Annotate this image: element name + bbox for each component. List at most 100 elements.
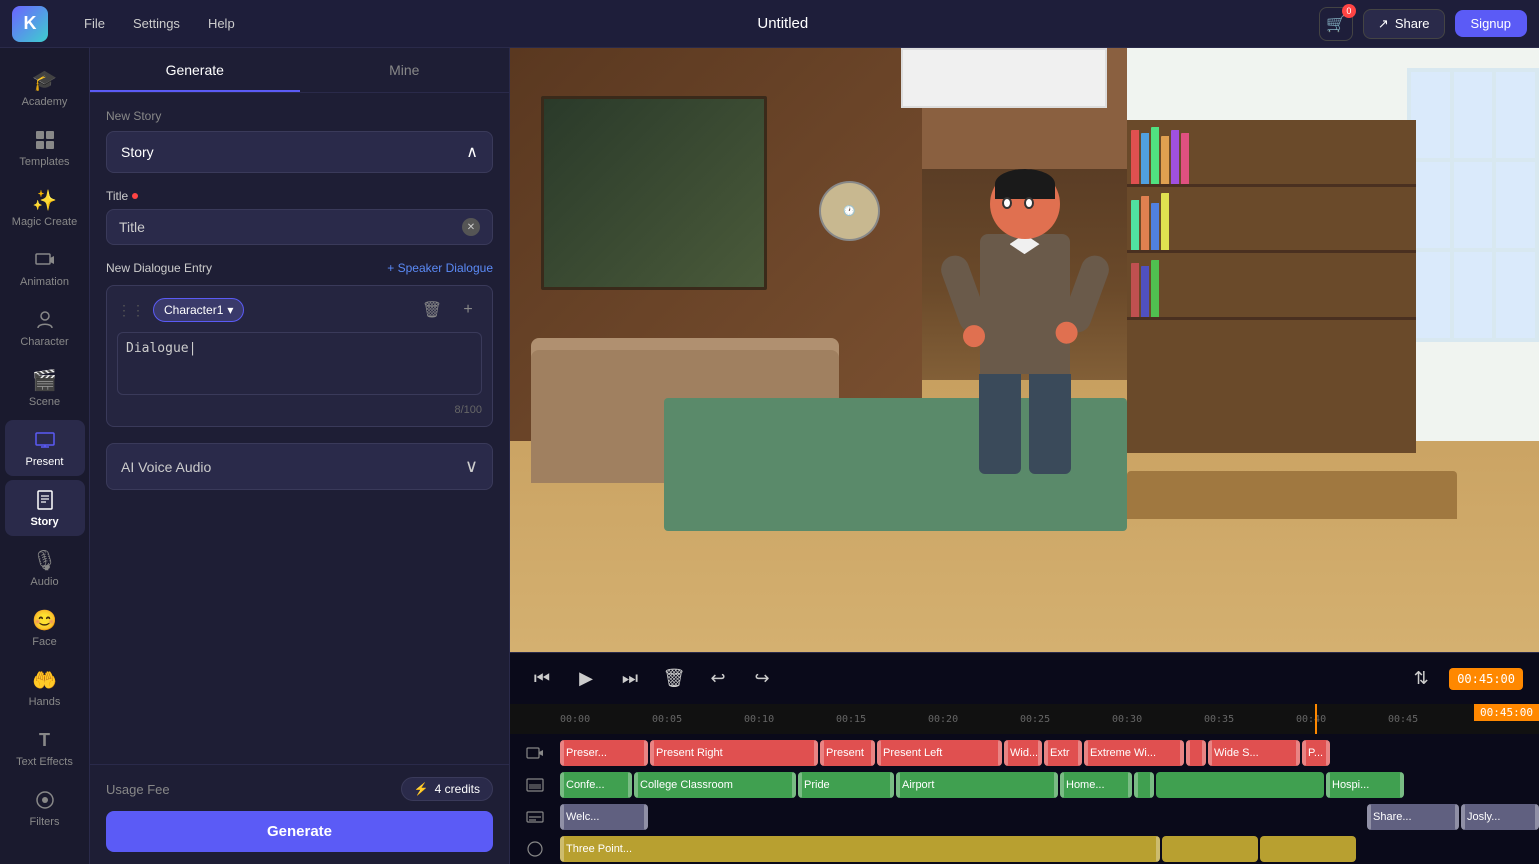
sidebar-item-scene[interactable]: 🎬 Scene [5, 360, 85, 416]
clip[interactable]: Welc... [560, 804, 648, 830]
clip-handle-right[interactable] [871, 740, 875, 766]
sidebar-item-filters[interactable]: Filters [5, 780, 85, 836]
clip-handle-right[interactable] [644, 740, 648, 766]
clip[interactable]: Share... [1367, 804, 1459, 830]
clip-handle-left[interactable] [877, 740, 881, 766]
clip-handle-left[interactable] [1326, 772, 1330, 798]
sidebar-item-character[interactable]: Character [5, 300, 85, 356]
clip[interactable]: Hospi... [1326, 772, 1404, 798]
drag-handle-icon[interactable]: ⋮⋮ [117, 302, 145, 319]
zoom-in-out-button[interactable]: ⇅ [1405, 663, 1437, 695]
clip[interactable]: Three Point... [560, 836, 1160, 862]
sidebar-item-story[interactable]: Story [5, 480, 85, 536]
clip-handle-left[interactable] [560, 804, 564, 830]
clip-handle-right[interactable] [1535, 804, 1539, 830]
clip-handle-left[interactable] [1302, 740, 1306, 766]
delete-button[interactable]: 🗑 [658, 663, 690, 695]
clip-handle-right[interactable] [1150, 772, 1154, 798]
clip-handle-right[interactable] [644, 804, 648, 830]
clip[interactable]: Wid... [1004, 740, 1042, 766]
clip-handle-left[interactable] [560, 772, 564, 798]
play-button[interactable]: ▶ [570, 663, 602, 695]
delete-entry-button[interactable]: 🗑 [418, 296, 446, 324]
clip-handle-right[interactable] [1156, 836, 1160, 862]
clip[interactable]: Home... [1060, 772, 1132, 798]
clip-handle-left[interactable] [1461, 804, 1465, 830]
clip-handle-left[interactable] [560, 836, 564, 862]
clip-handle-left[interactable] [798, 772, 802, 798]
clip-handle-right[interactable] [628, 772, 632, 798]
clip[interactable] [1156, 772, 1324, 798]
clip-handle-left[interactable] [1084, 740, 1088, 766]
clip-handle-right[interactable] [814, 740, 818, 766]
ai-voice-dropdown[interactable]: AI Voice Audio ∨ [106, 443, 493, 490]
clip[interactable]: Present Right [650, 740, 818, 766]
sidebar-item-present[interactable]: Present [5, 420, 85, 476]
skip-to-end-button[interactable]: ⏭ [614, 663, 646, 695]
add-speaker-dialogue-button[interactable]: + Speaker Dialogue [387, 261, 493, 275]
clip-handle-left[interactable] [1044, 740, 1048, 766]
undo-button[interactable]: ↩ [702, 663, 734, 695]
sidebar-item-texteffects[interactable]: T Text Effects [5, 720, 85, 776]
clip-handle-right[interactable] [1128, 772, 1132, 798]
title-input[interactable] [119, 219, 462, 235]
clip[interactable] [1186, 740, 1206, 766]
clip-handle-right[interactable] [998, 740, 1002, 766]
clip-handle-right[interactable] [792, 772, 796, 798]
sidebar-item-academy[interactable]: 🎓 Academy [5, 60, 85, 116]
sidebar-item-animation[interactable]: Animation [5, 240, 85, 296]
clip-handle-right[interactable] [1455, 804, 1459, 830]
clip[interactable]: Josly... [1461, 804, 1539, 830]
clip[interactable]: Present [820, 740, 875, 766]
clip[interactable]: Wide S... [1208, 740, 1300, 766]
redo-button[interactable]: ↪ [746, 663, 778, 695]
clip-handle-left[interactable] [634, 772, 638, 798]
file-menu[interactable]: File [72, 12, 117, 35]
clip-handle-left[interactable] [1060, 772, 1064, 798]
clip-handle-left[interactable] [896, 772, 900, 798]
signup-button[interactable]: Signup [1455, 10, 1527, 37]
share-button[interactable]: ↗ Share [1363, 9, 1445, 39]
clip-handle-right[interactable] [1180, 740, 1184, 766]
clip[interactable]: College Classroom [634, 772, 796, 798]
generate-button[interactable]: Generate [106, 811, 493, 852]
clip[interactable]: Present Left [877, 740, 1002, 766]
clip-handle-left[interactable] [1134, 772, 1138, 798]
clip[interactable] [1260, 836, 1356, 862]
sidebar-item-magic[interactable]: ✨ Magic Create [5, 180, 85, 236]
clip[interactable] [1162, 836, 1258, 862]
clip[interactable]: Extreme Wi... [1084, 740, 1184, 766]
clip-handle-left[interactable] [1208, 740, 1212, 766]
clip-handle-right[interactable] [1078, 740, 1082, 766]
clip[interactable]: Airport [896, 772, 1058, 798]
clip-handle-right[interactable] [1296, 740, 1300, 766]
clear-title-button[interactable]: ✕ [462, 218, 480, 236]
clip-handle-right[interactable] [1054, 772, 1058, 798]
clip-handle-left[interactable] [1367, 804, 1371, 830]
clip-handle-left[interactable] [1186, 740, 1190, 766]
add-entry-button[interactable]: + [454, 296, 482, 324]
clip[interactable]: Confe... [560, 772, 632, 798]
clip[interactable]: Pride [798, 772, 894, 798]
sidebar-item-hands[interactable]: 🤲 Hands [5, 660, 85, 716]
clip[interactable]: P... [1302, 740, 1330, 766]
sidebar-item-templates[interactable]: Templates [5, 120, 85, 176]
tab-mine[interactable]: Mine [300, 48, 510, 92]
skip-to-start-button[interactable]: ⏮ [526, 663, 558, 695]
character-selector[interactable]: Character1 ▾ [153, 298, 244, 322]
clip-handle-right[interactable] [1326, 740, 1330, 766]
clip-handle-right[interactable] [1202, 740, 1206, 766]
cart-button[interactable]: 🛒 0 [1319, 7, 1353, 41]
sidebar-item-face[interactable]: 😊 Face [5, 600, 85, 656]
settings-menu[interactable]: Settings [121, 12, 192, 35]
clip-handle-left[interactable] [650, 740, 654, 766]
clip-handle-right[interactable] [1400, 772, 1404, 798]
clip[interactable] [1134, 772, 1154, 798]
clip[interactable]: Preser... [560, 740, 648, 766]
dialogue-textarea[interactable]: Dialogue| [117, 332, 482, 395]
clip-handle-right[interactable] [1038, 740, 1042, 766]
clip-handle-right[interactable] [890, 772, 894, 798]
clip-handle-left[interactable] [820, 740, 824, 766]
story-type-dropdown[interactable]: Story ∧ [106, 131, 493, 173]
clip-handle-left[interactable] [560, 740, 564, 766]
